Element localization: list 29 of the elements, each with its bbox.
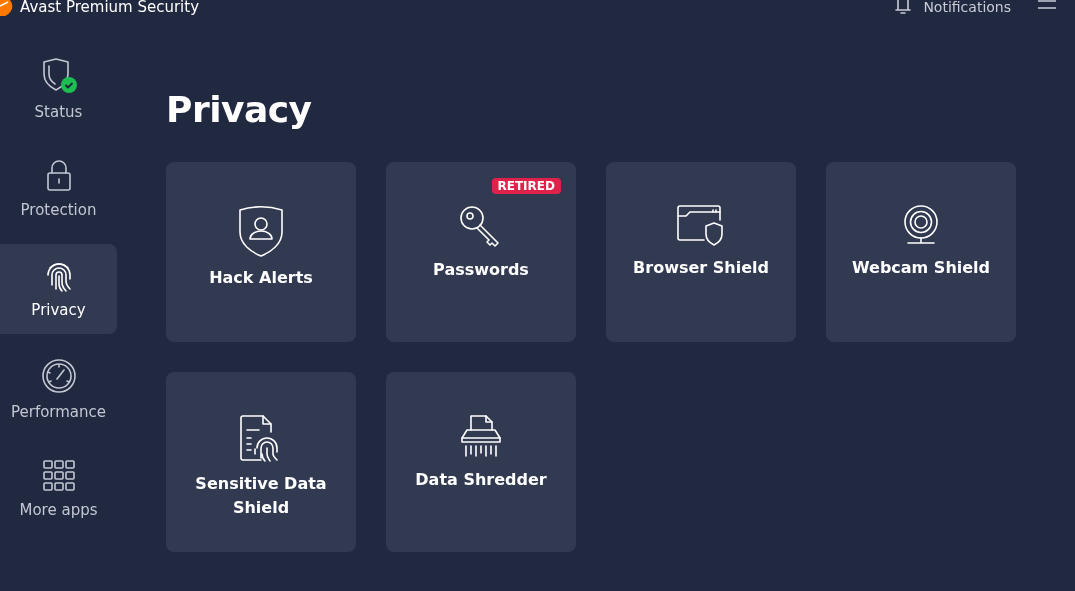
tile-label: Sensitive Data Shield xyxy=(194,473,328,519)
tile-label: Passwords xyxy=(432,259,530,281)
bell-icon[interactable] xyxy=(893,0,914,14)
feature-tile[interactable]: Data Shredder xyxy=(386,372,576,552)
status-badge: RETIRED xyxy=(491,178,561,194)
logo-icon xyxy=(0,0,14,16)
sidebar-item[interactable]: Privacy xyxy=(0,244,117,334)
sidebar-item[interactable]: Performance xyxy=(0,344,117,434)
sidebar-item[interactable]: Protection xyxy=(0,144,117,234)
tile-label: Hack Alerts xyxy=(208,267,314,289)
app-grid-icon xyxy=(41,459,76,493)
tile-label: Webcam Shield xyxy=(850,257,992,279)
browser-shield-icon xyxy=(676,204,726,248)
feature-tile[interactable]: Webcam Shield xyxy=(826,162,1016,342)
feature-tile[interactable]: RETIRED Passwords xyxy=(386,162,576,342)
tile-label: Browser Shield xyxy=(632,257,770,279)
window-title: Avast Premium Security xyxy=(20,0,200,15)
notifications-label[interactable]: Notifications xyxy=(923,0,1011,14)
menu-icon[interactable] xyxy=(1037,0,1057,10)
feature-tile[interactable]: Sensitive Data Shield xyxy=(166,372,356,552)
shredder-icon xyxy=(458,414,504,460)
feature-tile[interactable]: Browser Shield xyxy=(606,162,796,342)
shield-user-icon xyxy=(237,204,285,258)
feature-tile[interactable]: Hack Alerts xyxy=(166,162,356,342)
tile-label: Data Shredder xyxy=(414,469,548,491)
speedometer-icon xyxy=(39,357,78,395)
sidebar-item[interactable]: More apps xyxy=(0,444,117,534)
sidebar-item[interactable]: Status xyxy=(0,44,117,134)
page-title: Privacy xyxy=(166,88,313,132)
